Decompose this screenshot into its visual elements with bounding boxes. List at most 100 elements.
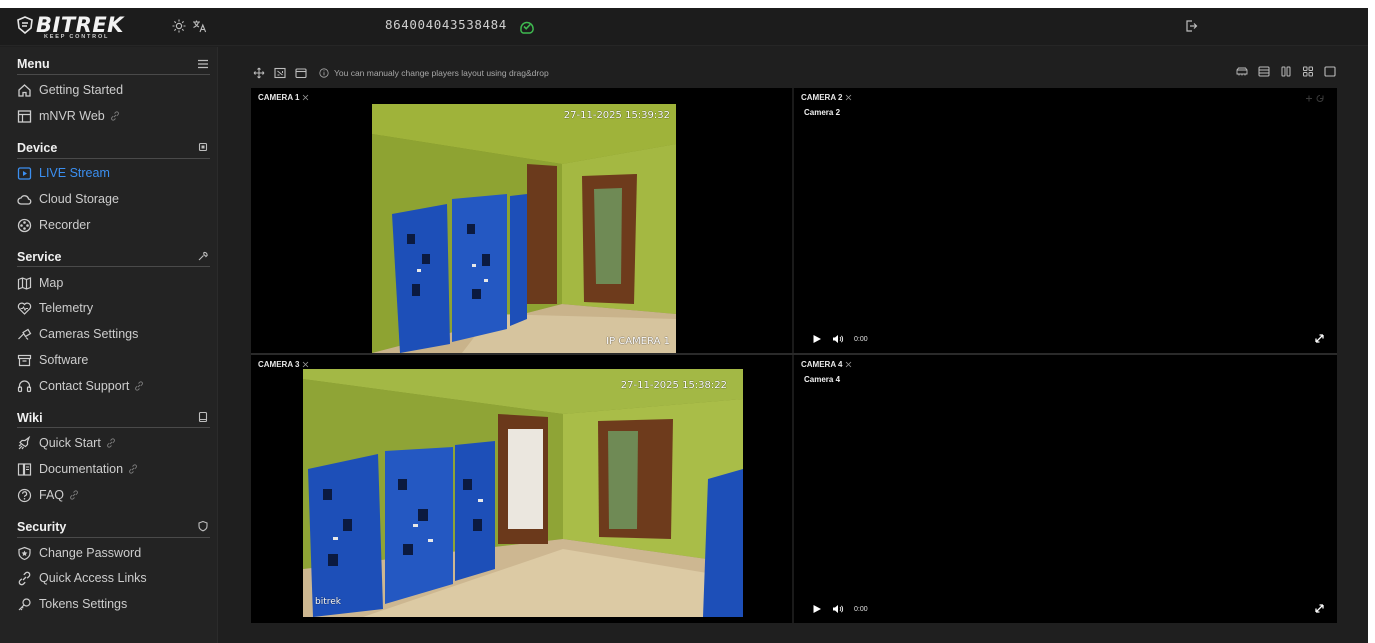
fullscreen-icon[interactable]	[1314, 333, 1325, 344]
camera-tools-icon[interactable]	[1303, 93, 1329, 104]
player-toolbar: You can manualy change players layout us…	[253, 66, 549, 80]
wrench-icon	[198, 251, 208, 261]
layout-columns-icon[interactable]	[1280, 66, 1292, 77]
sidebar-item-quick-access-links[interactable]: Quick Access Links	[17, 568, 207, 588]
camera-cell-4[interactable]: CAMERA 4 Camera 4 0:00	[794, 355, 1337, 623]
layout-wide-icon[interactable]	[1236, 66, 1248, 77]
close-icon[interactable]	[845, 94, 852, 101]
camera-2-title: CAMERA 2	[801, 93, 852, 102]
layout-grid-icon[interactable]	[1302, 66, 1314, 77]
layout-hint-text: You can manualy change players layout us…	[334, 68, 549, 78]
sidebar-item-recorder[interactable]: Recorder	[17, 215, 207, 235]
sidebar-item-documentation[interactable]: Documentation	[17, 459, 207, 479]
camera-cell-3[interactable]: 27-11-2025 15:38:22 bitrek CAMERA 3	[251, 355, 792, 623]
key-icon	[18, 597, 31, 610]
close-icon[interactable]	[302, 361, 309, 368]
bitrek-logo[interactable]: BITREK KEEP CONTROL	[14, 13, 123, 43]
layout-single-icon[interactable]	[1324, 66, 1336, 77]
translate-icon[interactable]	[191, 18, 207, 34]
sidebar-item-quick-start[interactable]: Quick Start	[17, 433, 207, 453]
link-icon	[106, 438, 115, 448]
layout-hint: You can manualy change players layout us…	[319, 68, 549, 78]
fullscreen-icon[interactable]	[1314, 603, 1325, 614]
sidebar-item-faq[interactable]: FAQ	[17, 485, 207, 505]
sidebar-item-map[interactable]: Map	[17, 273, 207, 293]
camera-title-text: CAMERA 4	[801, 360, 843, 369]
main-content: You can manualy change players layout us…	[219, 47, 1368, 643]
logout-icon[interactable]	[1184, 19, 1198, 33]
link-icon	[129, 464, 137, 474]
sidebar-item-cloud-storage[interactable]: Cloud Storage	[17, 189, 207, 209]
camera-1-title: CAMERA 1	[258, 93, 309, 102]
top-border	[0, 0, 1375, 8]
link-icon	[110, 111, 119, 121]
sidebar-item-label: Cloud Storage	[39, 192, 119, 206]
sidebar-item-label: LIVE Stream	[39, 166, 110, 180]
sidebar-item-label: Getting Started	[39, 83, 124, 97]
heart-pulse-icon	[17, 302, 32, 315]
camera-feed-3: 27-11-2025 15:38:22 bitrek	[303, 369, 743, 617]
device-id: 864004043538484	[385, 17, 507, 32]
section-divider	[17, 266, 210, 267]
camera-2-time: 0:00	[854, 335, 868, 343]
archive-icon	[17, 354, 32, 366]
sidebar-item-telemetry[interactable]: Telemetry	[17, 298, 207, 318]
sidebar-item-label: Software	[39, 353, 89, 367]
close-icon[interactable]	[302, 94, 309, 101]
sidebar-item-label: Change Password	[39, 546, 142, 560]
sidebar-item-tokens-settings[interactable]: Tokens Settings	[17, 594, 207, 614]
volume-icon[interactable]	[832, 334, 844, 344]
sidebar-item-live-stream[interactable]: LIVE Stream	[17, 163, 207, 183]
live-play-icon	[17, 166, 32, 180]
camera-2-controls: 0:00	[812, 334, 868, 344]
play-icon[interactable]	[812, 604, 822, 614]
camera-title-text: CAMERA 1	[258, 93, 300, 102]
sidebar-item-label: Recorder	[39, 218, 91, 232]
camera-4-time: 0:00	[854, 605, 868, 613]
camera-1-timestamp: 27-11-2025 15:39:32	[563, 110, 670, 121]
sun-icon[interactable]	[171, 18, 187, 34]
camera-2-name: Camera 2	[804, 108, 841, 117]
logo-tagline: KEEP CONTROL	[44, 34, 110, 40]
close-icon[interactable]	[845, 361, 852, 368]
camera-3-osd-label: bitrek	[315, 597, 341, 607]
move-icon[interactable]	[253, 67, 265, 79]
layout-rows-icon[interactable]	[1258, 66, 1270, 77]
camera-cell-2[interactable]: CAMERA 2 Camera 2 0:00	[794, 88, 1337, 353]
layout-switcher	[1226, 66, 1336, 77]
hamburger-icon[interactable]	[197, 58, 209, 70]
section-title-wiki: Wiki	[17, 411, 43, 425]
sidebar-item-label: Telemetry	[39, 301, 94, 315]
chip-icon	[198, 142, 208, 152]
window-icon[interactable]	[295, 67, 307, 79]
section-title-menu: Menu	[17, 57, 50, 71]
volume-icon[interactable]	[832, 604, 844, 614]
sidebar-item-software[interactable]: Software	[17, 350, 207, 370]
camera-3-title: CAMERA 3	[258, 360, 309, 369]
camera-grid: 27-11-2025 15:39:32 IP CAMERA 1 CAMERA 1…	[251, 88, 1337, 623]
shield-icon	[198, 520, 208, 532]
camera-4-title: CAMERA 4	[801, 360, 852, 369]
link-icon	[70, 490, 78, 500]
sidebar-item-getting-started[interactable]: Getting Started	[17, 80, 207, 100]
camera-1-frame	[372, 104, 676, 353]
sidebar-item-contact-support[interactable]: Contact Support	[17, 376, 207, 396]
sidebar-item-mnvr-web[interactable]: mNVR Web	[17, 106, 207, 126]
expand-icon[interactable]	[274, 67, 286, 79]
section-title-device: Device	[17, 141, 58, 155]
play-icon[interactable]	[812, 334, 822, 344]
sidebar-item-label: Cameras Settings	[39, 327, 139, 341]
sidebar-item-cameras-settings[interactable]: Cameras Settings	[17, 324, 207, 344]
book-icon	[198, 411, 208, 423]
sidebar-item-label: Map	[39, 276, 64, 290]
camera-3-frame	[303, 369, 743, 617]
camera-cell-1[interactable]: 27-11-2025 15:39:32 IP CAMERA 1 CAMERA 1	[251, 88, 792, 353]
shield-star-icon	[18, 546, 31, 560]
camera-3-timestamp: 27-11-2025 15:38:22	[620, 380, 727, 391]
map-icon	[17, 276, 32, 290]
section-divider	[17, 537, 210, 538]
camera-feed-1: 27-11-2025 15:39:32 IP CAMERA 1	[372, 104, 676, 353]
sidebar-item-label: Quick Start	[39, 436, 101, 450]
cloud-icon	[17, 194, 32, 205]
sidebar-item-change-password[interactable]: Change Password	[17, 543, 207, 563]
